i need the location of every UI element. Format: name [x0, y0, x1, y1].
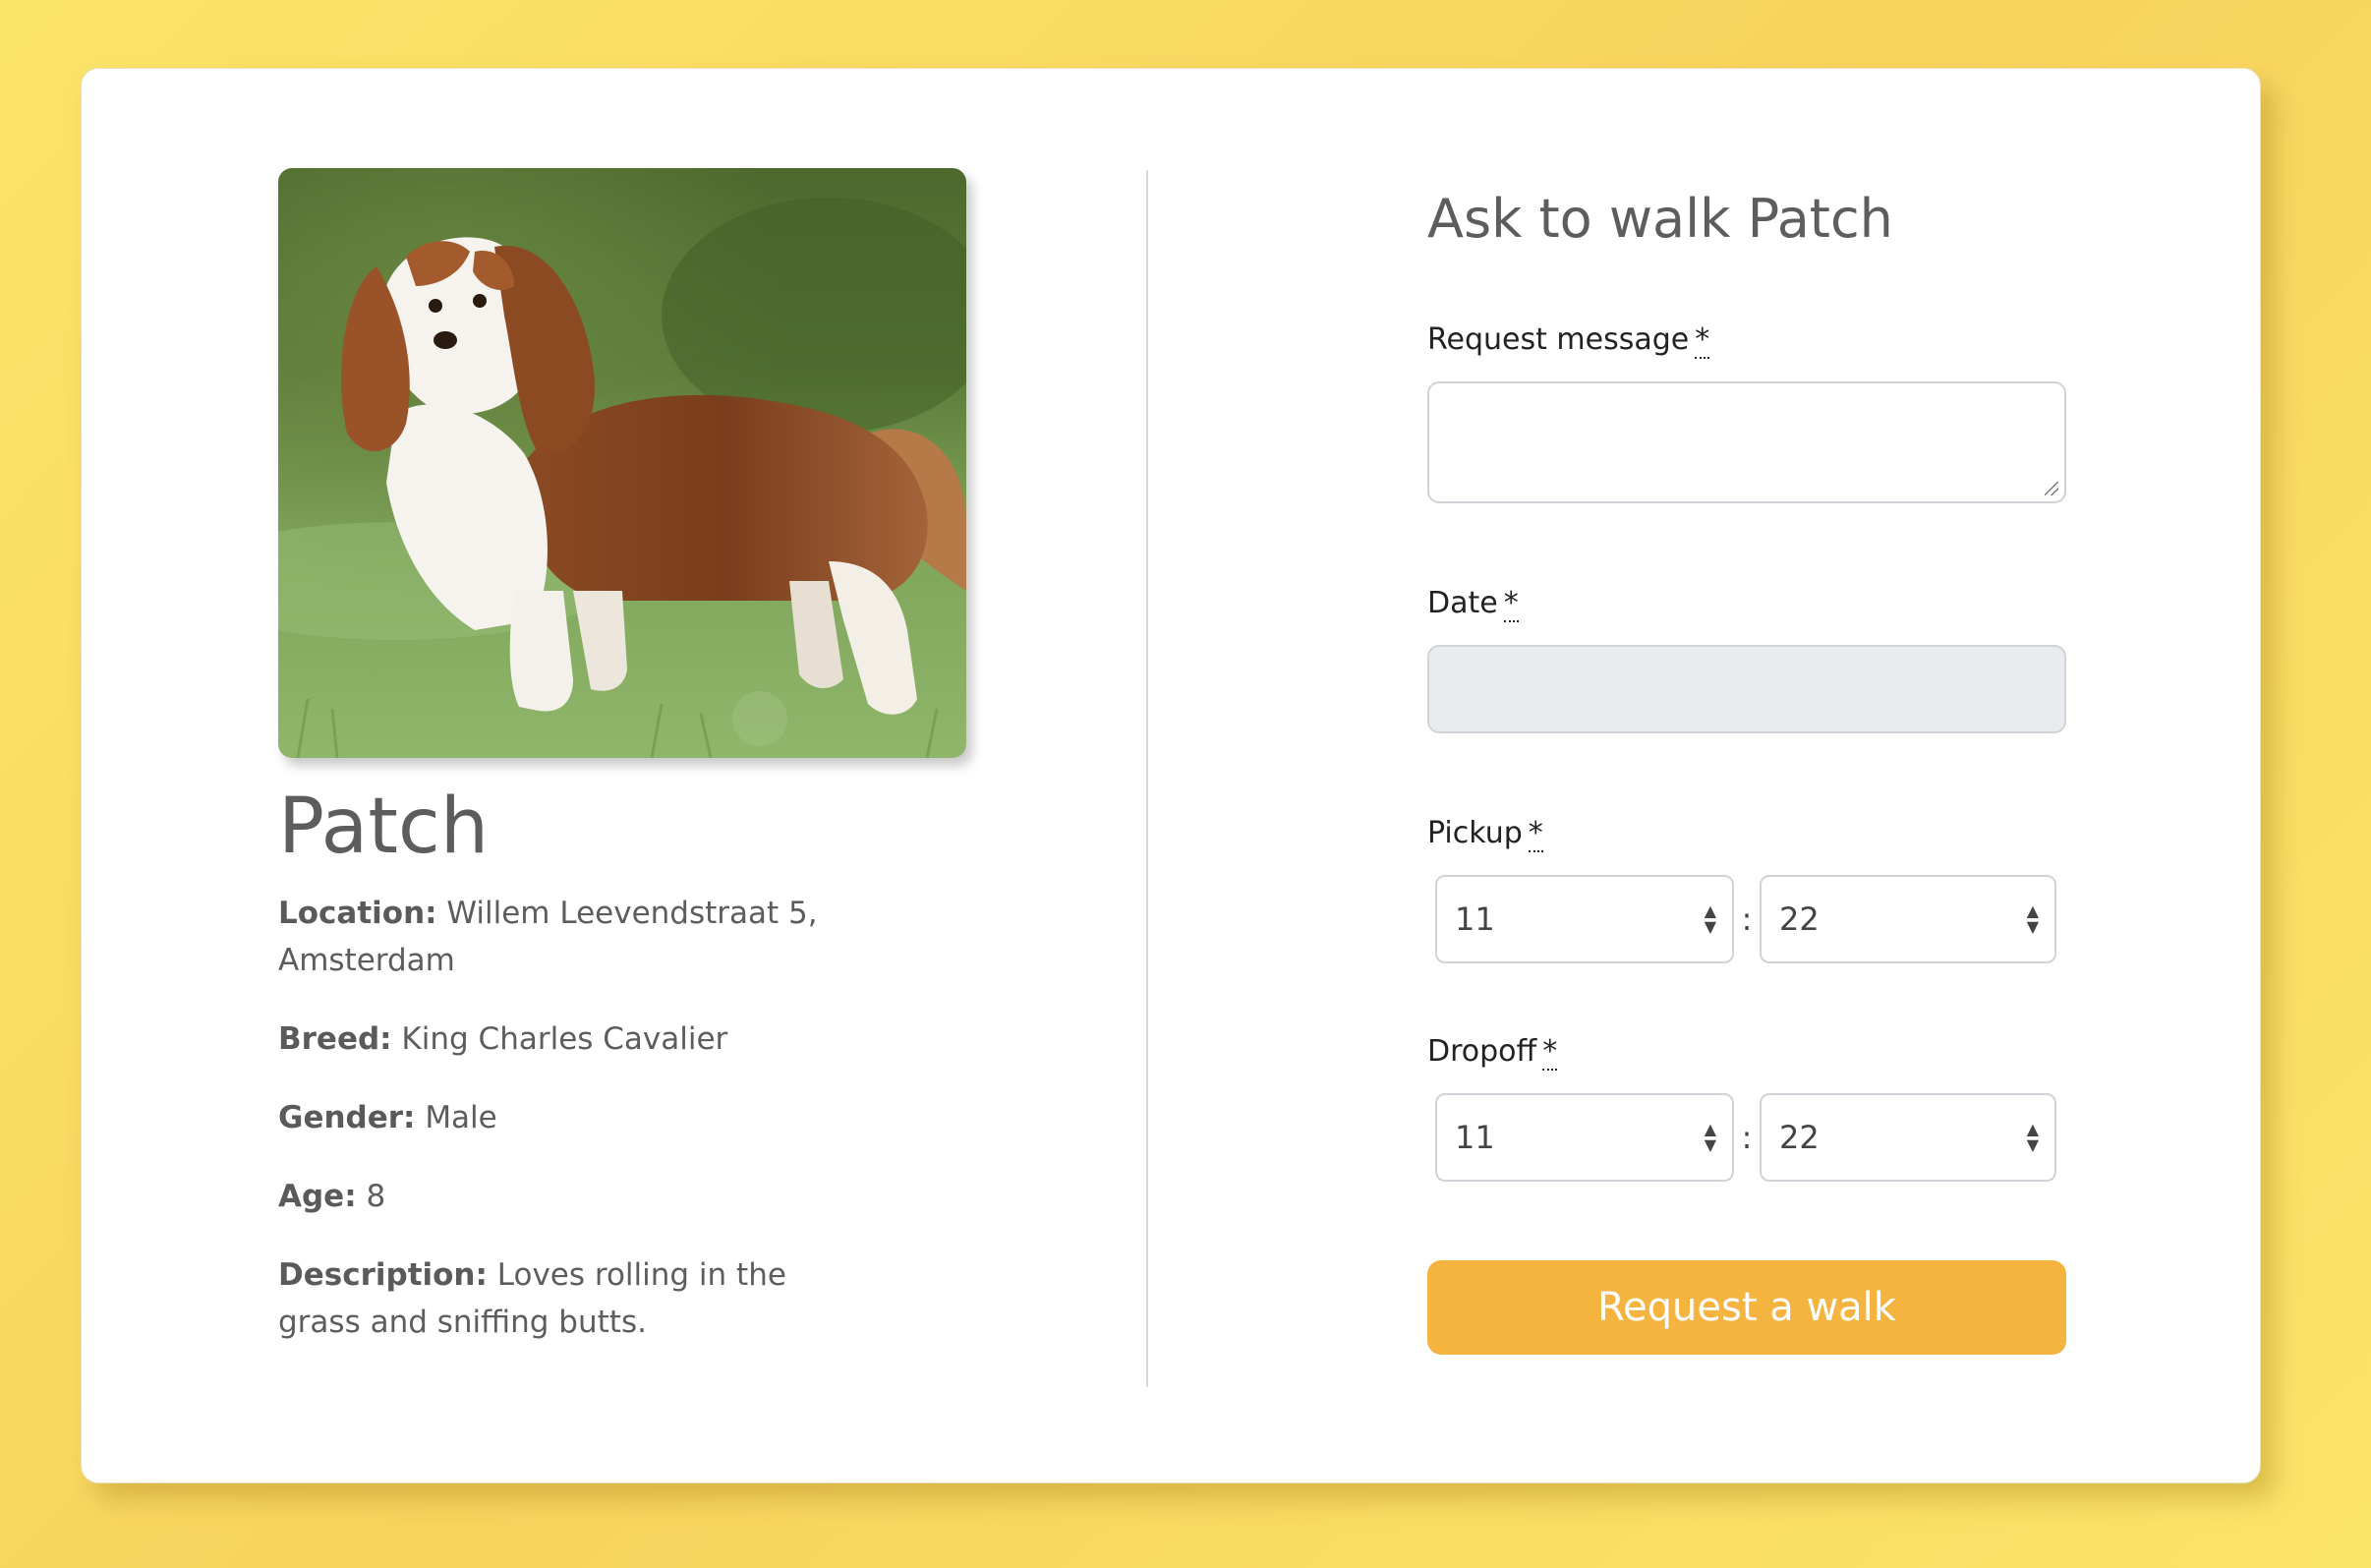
dog-description-label: Description:: [278, 1257, 488, 1293]
dog-location: Location: Willem Leevendstraat 5, Amster…: [278, 890, 878, 984]
dog-photo-image: [278, 168, 966, 758]
time-separator: :: [1741, 1119, 1753, 1156]
pickup-field-group: Pickup * 11 ▲ ▼ : 22 ▲ ▼: [1427, 812, 2066, 963]
select-arrows-icon: ▲ ▼: [2026, 1120, 2039, 1154]
dog-gender-value: Male: [425, 1100, 497, 1135]
dropoff-hour-value: 11: [1455, 1119, 1495, 1156]
pickup-minute-value: 22: [1779, 900, 1820, 938]
date-label: Date *: [1427, 582, 2066, 625]
dog-photo: [278, 168, 966, 758]
dog-detail-card: Patch Location: Willem Leevendstraat 5, …: [81, 68, 2261, 1483]
request-message-textarea[interactable]: [1427, 381, 2066, 503]
dog-breed-value: King Charles Cavalier: [401, 1021, 728, 1057]
pickup-time-row: 11 ▲ ▼ : 22 ▲ ▼: [1435, 875, 2066, 963]
pickup-label: Pickup *: [1427, 812, 2066, 855]
dog-profile: Patch Location: Willem Leevendstraat 5, …: [278, 168, 966, 1377]
dropoff-field-group: Dropoff * 11 ▲ ▼ : 22 ▲ ▼: [1427, 1030, 2066, 1182]
dropoff-label: Dropoff *: [1427, 1030, 2066, 1074]
dog-gender-label: Gender:: [278, 1100, 416, 1135]
walk-request-form: Ask to walk Patch Request message * Date *…: [1427, 167, 2066, 1355]
form-title: Ask to walk Patch: [1427, 188, 1893, 250]
select-arrows-icon: ▲ ▼: [1704, 1120, 1716, 1154]
date-label-text: Date: [1427, 586, 1498, 620]
message-label-text: Request message: [1427, 322, 1690, 357]
pickup-minute-select[interactable]: 22 ▲ ▼: [1760, 875, 2056, 963]
dog-description: Description: Loves rolling in the grass …: [278, 1251, 878, 1346]
message-field-group: Request message *: [1427, 319, 2066, 503]
required-marker: *: [1695, 322, 1710, 359]
column-divider: [1146, 170, 1148, 1387]
dropoff-minute-select[interactable]: 22 ▲ ▼: [1760, 1093, 2056, 1182]
dog-gender: Gender: Male: [278, 1094, 878, 1141]
time-separator: :: [1741, 900, 1753, 938]
dropoff-hour-select[interactable]: 11 ▲ ▼: [1435, 1093, 1734, 1182]
dog-age: Age: 8: [278, 1173, 878, 1220]
dropoff-time-row: 11 ▲ ▼ : 22 ▲ ▼: [1435, 1093, 2066, 1182]
dog-breed-label: Breed:: [278, 1021, 392, 1057]
dog-location-label: Location:: [278, 896, 437, 931]
dog-age-value: 8: [366, 1179, 386, 1214]
dropoff-minute-value: 22: [1779, 1119, 1820, 1156]
pickup-hour-value: 11: [1455, 900, 1495, 938]
date-field-group: Date *: [1427, 582, 2066, 733]
dog-name: Patch: [278, 783, 490, 871]
pickup-label-text: Pickup: [1427, 816, 1523, 850]
resize-handle-icon[interactable]: [2045, 482, 2058, 495]
select-arrows-icon: ▲ ▼: [2026, 901, 2039, 936]
dog-breed: Breed: King Charles Cavalier: [278, 1016, 878, 1063]
select-arrows-icon: ▲ ▼: [1704, 901, 1716, 936]
dog-age-label: Age:: [278, 1179, 357, 1214]
pickup-hour-select[interactable]: 11 ▲ ▼: [1435, 875, 1734, 963]
message-label: Request message *: [1427, 319, 2066, 362]
dropoff-label-text: Dropoff: [1427, 1034, 1537, 1069]
required-marker: *: [1528, 816, 1543, 852]
required-marker: *: [1542, 1034, 1558, 1071]
required-marker: *: [1503, 586, 1519, 622]
date-input[interactable]: [1427, 645, 2066, 733]
request-walk-button[interactable]: Request a walk: [1427, 1260, 2066, 1355]
